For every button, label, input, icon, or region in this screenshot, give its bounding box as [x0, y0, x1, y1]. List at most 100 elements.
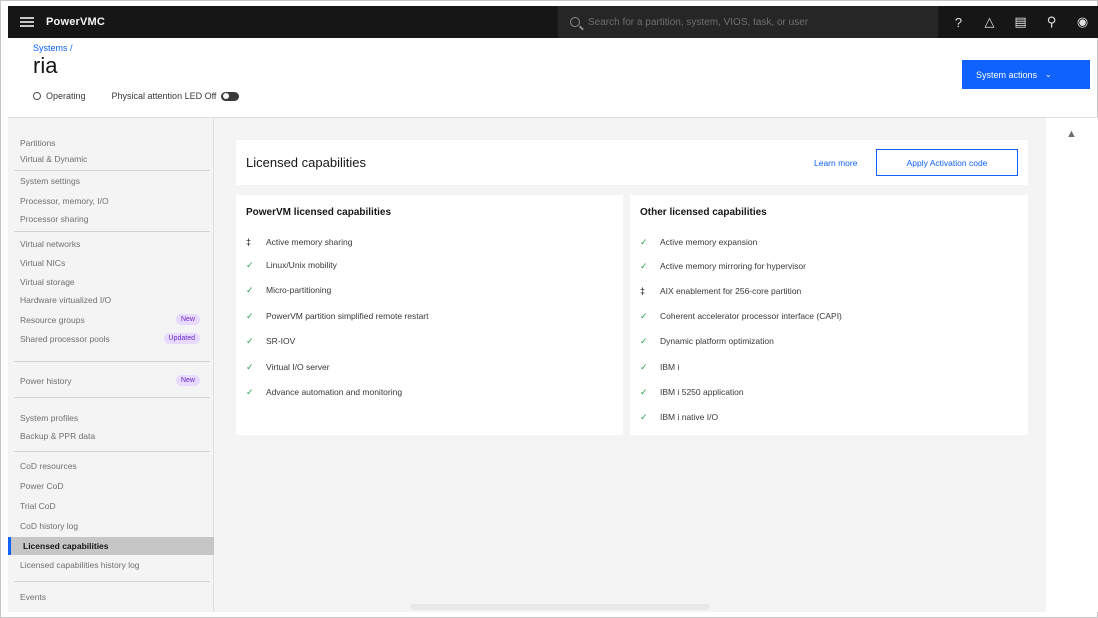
sidebar-item-resource-groups[interactable]: Resource groups New — [8, 311, 214, 329]
sidebar-item-licensed-capabilities[interactable]: Licensed capabilities — [8, 537, 214, 555]
status-text: Operating — [46, 91, 86, 101]
sidebar-item-virtual-nics[interactable]: Virtual NICs — [8, 254, 214, 272]
sidebar-item-trial-cod[interactable]: Trial CoD — [8, 497, 214, 515]
capability-item: ✓ Active memory expansion — [640, 235, 757, 249]
sidebar-item-label: Shared processor pools — [20, 334, 110, 344]
checkmark-icon: ✓ — [246, 361, 254, 372]
sidebar-item-label: Resource groups — [20, 315, 85, 325]
global-search[interactable] — [558, 6, 938, 38]
hamburger-menu-icon[interactable] — [20, 17, 34, 27]
checkmark-icon: ✓ — [640, 260, 648, 271]
attention-led-toggle[interactable] — [221, 91, 240, 101]
capability-item: ‡ Active memory sharing — [246, 235, 352, 249]
panel-title: PowerVM licensed capabilities — [246, 207, 392, 218]
sidebar-item-licensed-capabilities-history-log[interactable]: Licensed capabilities history log — [8, 556, 214, 574]
checkmark-icon: ✓ — [246, 335, 254, 346]
capability-label: AIX enablement for 256-core partition — [660, 286, 802, 296]
horizontal-scrollbar[interactable] — [410, 604, 710, 610]
checkmark-icon: ✓ — [640, 411, 648, 422]
capability-label: Virtual I/O server — [266, 362, 330, 372]
breadcrumb[interactable]: Systems / — [33, 43, 73, 53]
sidebar-item-power-history[interactable]: Power history New — [8, 372, 214, 390]
help-icon[interactable]: ? — [943, 6, 974, 38]
sidebar-divider — [14, 451, 210, 452]
sidebar-item-virtual-networks[interactable]: Virtual networks — [8, 235, 214, 253]
checkmark-icon: ✓ — [246, 386, 254, 397]
checkmark-icon: ✓ — [640, 386, 648, 397]
capability-label: IBM i native I/O — [660, 412, 719, 422]
learn-more-link[interactable]: Learn more — [814, 158, 857, 168]
lock-icon: ‡ — [640, 286, 646, 296]
checkmark-icon: ✓ — [246, 310, 254, 321]
notification-icon[interactable]: △ — [974, 6, 1005, 38]
app-name[interactable]: PowerVMC — [46, 16, 105, 28]
powervm-capabilities-panel: PowerVM licensed capabilities ‡ Active m… — [236, 195, 623, 435]
status-icon — [33, 92, 41, 100]
sidebar-item-shared-processor-pools[interactable]: Shared processor pools Updated — [8, 330, 214, 348]
capability-label: Active memory mirroring for hypervisor — [660, 261, 806, 271]
checkmark-icon: ✓ — [640, 361, 648, 372]
sidebar-divider — [14, 231, 210, 232]
capability-label: IBM i 5250 application — [660, 387, 744, 397]
sidebar-item-virtual-storage[interactable]: Virtual storage — [8, 273, 214, 291]
sidebar-item-power-cod[interactable]: Power CoD — [8, 477, 214, 495]
sidebar-divider — [14, 397, 210, 398]
checkmark-icon: ✓ — [246, 259, 254, 270]
sidebar-item-hardware-virtualized-io[interactable]: Hardware virtualized I/O — [8, 291, 214, 309]
capability-label: Micro-partitioning — [266, 285, 332, 295]
sidebar-item-events[interactable]: Events — [8, 588, 214, 606]
sidebar-item-processor-sharing[interactable]: Processor sharing — [8, 210, 214, 228]
sidebar-item-cod-resources[interactable]: CoD resources — [8, 457, 214, 475]
sidebar-item-cod-history-log[interactable]: CoD history log — [8, 517, 214, 535]
capability-label: Advance automation and monitoring — [266, 387, 403, 397]
user-icon[interactable]: ◉ — [1067, 6, 1098, 38]
licensed-capabilities-header-card: Licensed capabilities Learn more Apply A… — [236, 140, 1028, 185]
capability-item: ✓ IBM i native I/O — [640, 410, 718, 424]
capability-item: ✓ PowerVM partition simplified remote re… — [246, 309, 429, 323]
capability-label: Linux/Unix mobility — [266, 260, 337, 270]
capability-item: ‡ AIX enablement for 256-core partition — [640, 284, 801, 298]
system-actions-button[interactable]: System actions ⌄ — [962, 60, 1090, 89]
capability-label: PowerVM partition simplified remote rest… — [266, 311, 429, 321]
sidebar-item-backup-ppr-data[interactable]: Backup & PPR data — [8, 427, 214, 445]
capability-label: SR-IOV — [266, 336, 296, 346]
sidebar-item-system-profiles[interactable]: System profiles — [8, 409, 214, 427]
capability-item: ✓ Linux/Unix mobility — [246, 258, 337, 272]
capability-item: ✓ Coherent accelerator processor interfa… — [640, 309, 842, 323]
lock-icon: ‡ — [246, 237, 252, 247]
sidebar-item-label: Power history — [20, 376, 72, 386]
capability-item: ✓ Micro-partitioning — [246, 283, 331, 297]
pin-icon[interactable]: ⚲ — [1036, 6, 1067, 38]
capability-item: ✓ SR-IOV — [246, 334, 295, 348]
apply-activation-code-button[interactable]: Apply Activation code — [876, 149, 1018, 176]
topbar-actions: ? △ ▤ ⚲ ◉ — [943, 6, 1098, 38]
capability-label: IBM i — [660, 362, 680, 372]
capability-item: ✓ Dynamic platform optimization — [640, 334, 774, 348]
capability-item: ✓ IBM i — [640, 360, 679, 374]
sidebar-item-virtual-dynamic[interactable]: Virtual & Dynamic — [8, 150, 214, 168]
other-capabilities-panel: Other licensed capabilities ✓ Active mem… — [630, 195, 1028, 435]
panel-title: Other licensed capabilities — [640, 207, 767, 218]
capability-item: ✓ IBM i 5250 application — [640, 385, 744, 399]
sidebar: Partitions Virtual & Dynamic System sett… — [8, 118, 214, 612]
sidebar-item-system-settings[interactable]: System settings — [8, 172, 214, 190]
capability-label: Coherent accelerator processor interface… — [660, 311, 842, 321]
system-actions-label: System actions — [976, 69, 1038, 80]
sidebar-divider — [14, 170, 210, 171]
search-input[interactable] — [588, 16, 908, 28]
status-row: Operating Physical attention LED Off — [33, 91, 240, 101]
attention-led-label: Physical attention LED Off — [111, 91, 217, 101]
capability-item: ✓ Advance automation and monitoring — [246, 385, 402, 399]
sidebar-item-processor-memory-io[interactable]: Processor, memory, I/O — [8, 192, 214, 210]
checkmark-icon: ✓ — [246, 284, 254, 295]
chevron-down-icon: ⌄ — [1045, 70, 1052, 79]
export-icon[interactable]: ▲ — [1066, 128, 1077, 140]
top-bar: PowerVMC ? △ ▤ ⚲ ◉ — [8, 6, 1098, 38]
right-rail: ▲ — [1046, 118, 1098, 612]
search-icon — [570, 17, 580, 27]
new-tag: New — [175, 375, 200, 386]
checkmark-icon: ✓ — [640, 335, 648, 346]
section-title: Licensed capabilities — [246, 155, 366, 170]
updated-tag: Updated — [163, 333, 200, 344]
document-icon[interactable]: ▤ — [1005, 6, 1036, 38]
